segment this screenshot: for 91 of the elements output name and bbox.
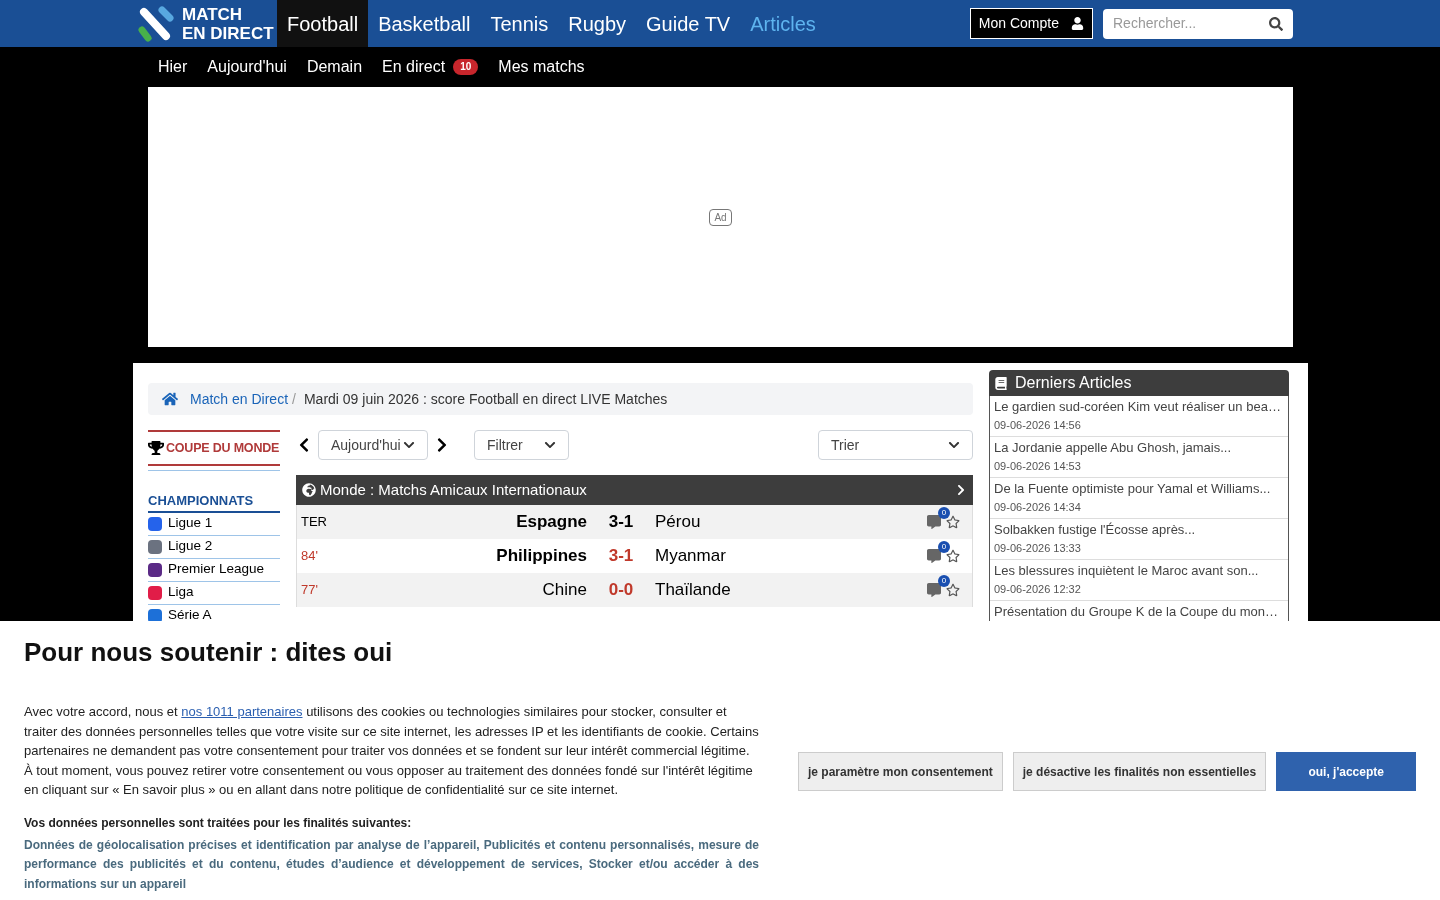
match-status: 84' bbox=[301, 547, 319, 566]
league-link[interactable]: Ligue 2 bbox=[148, 535, 280, 559]
sort-select[interactable]: Trier bbox=[818, 430, 973, 460]
breadcrumb-link[interactable]: Match en Direct bbox=[190, 388, 289, 410]
star-icon[interactable] bbox=[946, 549, 960, 563]
comment-count: 0 bbox=[938, 541, 950, 553]
match-status: 77' bbox=[301, 581, 319, 600]
subnav-link[interactable]: Demain bbox=[306, 55, 363, 79]
breadcrumb-current: Mardi 09 juin 2026 : score Football en direct LIVE Matches bbox=[303, 389, 668, 409]
away-team: Thaïlande bbox=[655, 579, 732, 602]
article-title: Le gardien sud-coréen Kim veut réaliser un bea… bbox=[994, 398, 1282, 416]
article-title: De la Fuente optimiste pour Yamal et Williams... bbox=[994, 480, 1272, 498]
star-icon[interactable] bbox=[946, 583, 960, 597]
away-team: Pérou bbox=[655, 511, 702, 534]
search-icon bbox=[1269, 16, 1283, 31]
article-title: Présentation du Groupe K de la Coupe du mon… bbox=[994, 603, 1279, 621]
match-status: TER bbox=[301, 513, 328, 532]
breadcrumb-separator: / bbox=[292, 389, 296, 409]
article-title: Solbakken fustige l'Écosse après... bbox=[994, 521, 1197, 539]
search-field[interactable]: Rechercher... bbox=[1103, 8, 1293, 39]
filter-select[interactable]: Filtrer bbox=[474, 430, 569, 460]
article-item[interactable]: Les blessures inquiètent le Maroc avant son... 09-06-2026 12:32 bbox=[990, 560, 1288, 601]
article-date: 09-06-2026 14:53 bbox=[994, 459, 1082, 474]
comment-icon[interactable] bbox=[926, 515, 942, 529]
subnav-link[interactable]: Aujourd'hui bbox=[207, 55, 287, 79]
nav-tab[interactable]: Articles bbox=[740, 0, 826, 47]
partners-link[interactable]: nos 1011 partenaires bbox=[181, 704, 303, 719]
article-date: 09-06-2026 14:56 bbox=[994, 418, 1082, 433]
article-title: Les blessures inquiètent le Maroc avant son... bbox=[994, 562, 1260, 580]
globe-icon bbox=[302, 483, 316, 497]
article-title: La Jordanie appelle Abu Ghosh, jamais... bbox=[994, 439, 1233, 457]
article-date: 09-06-2026 13:33 bbox=[994, 541, 1082, 556]
book-icon bbox=[995, 376, 1007, 390]
count-badge: 10 bbox=[453, 59, 479, 75]
match-row[interactable]: TER Espagne 3-1 Pérou 0 bbox=[296, 505, 973, 539]
subnav-link[interactable]: Mes matchs bbox=[498, 55, 585, 79]
consent-button[interactable]: je désactive les finalités non essentielles bbox=[1012, 752, 1267, 791]
league-link[interactable]: Premier League bbox=[148, 558, 280, 582]
nav-tab[interactable]: Football bbox=[277, 0, 369, 47]
day-select[interactable]: Aujourd'hui bbox=[318, 430, 428, 460]
comment-icon[interactable] bbox=[926, 583, 942, 597]
purposes-text: Données de géolocalisation précises et identification par analyse de l’appareil, Publicités et contenu personnalisés, mesure de performance des publicités et du contenu, études d’audience et développement de services, Stocker et/ou accéder à des informations sur un appareil bbox=[24, 836, 759, 893]
comment-icon[interactable] bbox=[926, 549, 942, 563]
chevron-right-icon bbox=[955, 484, 967, 496]
subnav-link[interactable]: Hier bbox=[158, 55, 188, 79]
article-item[interactable]: La Jordanie appelle Abu Ghosh, jamais... 09-06-2026 14:53 bbox=[990, 437, 1288, 478]
subnav-link[interactable]: En direct 10 bbox=[382, 55, 479, 79]
logo-icon bbox=[138, 5, 174, 42]
chevron-down-icon bbox=[403, 439, 415, 451]
article-item[interactable]: De la Fuente optimiste pour Yamal et Williams... 09-06-2026 14:34 bbox=[990, 478, 1288, 519]
league-link[interactable]: Ligue 1 bbox=[148, 512, 280, 536]
logo-text: EN DIRECT bbox=[182, 23, 274, 43]
comment-count: 0 bbox=[938, 507, 950, 519]
match-row[interactable]: 84' Philippines 3-1 Myanmar 0 bbox=[296, 539, 973, 573]
ad-label: Ad bbox=[709, 208, 732, 226]
user-icon bbox=[1071, 17, 1084, 30]
nav-tab[interactable]: Rugby bbox=[558, 0, 637, 47]
logo-text: MATCH bbox=[182, 4, 244, 24]
home-icon bbox=[162, 391, 178, 407]
article-date: 09-06-2026 14:34 bbox=[994, 500, 1082, 515]
consent-button[interactable]: oui, j'accepte bbox=[1276, 752, 1417, 791]
purposes-title: Vos données personnelles sont traitées pour les finalités suivantes: bbox=[24, 814, 413, 832]
sidebar-heading: CHAMPIONNATS bbox=[148, 491, 280, 513]
nav-tab[interactable]: Basketball bbox=[368, 0, 481, 47]
match-score: 0-0 bbox=[607, 579, 635, 602]
match-score: 3-1 bbox=[607, 545, 635, 568]
match-score: 3-1 bbox=[607, 511, 635, 534]
nav-tab[interactable]: Guide TV bbox=[636, 0, 741, 47]
article-item[interactable]: Le gardien sud-coréen Kim veut réaliser un bea… 09-06-2026 14:56 bbox=[990, 396, 1288, 437]
home-team: Chine bbox=[541, 579, 587, 602]
consent-title: Pour nous soutenir : dites oui bbox=[24, 636, 394, 669]
nav-tab[interactable]: Tennis bbox=[480, 0, 559, 47]
away-team: Myanmar bbox=[655, 545, 727, 568]
chevron-down-icon bbox=[544, 439, 556, 451]
chevron-down-icon bbox=[948, 439, 960, 451]
consent-text: Avec votre accord, nous et nos 1011 partenaires utilisons des cookies ou technologies similaires pour stocker, consulter et traiter des données personnelles telles que votre visite sur ce site internet, les adresses IP et les identifiants de cookie. Certains partenaires ne demandent pas votre consentement pour traiter vos données et se fondent sur leur intérêt commercial légitime. À tout moment, vous pouvez retirer votre consentement ou vous opposer au traitement des données fondé sur l'intérêt légitime en cliquant sur « En savoir plus » ou en allant dans notre politique de confidentialité sur ce site internet. bbox=[24, 703, 759, 799]
league-link[interactable]: Liga bbox=[148, 581, 280, 605]
competition-header[interactable]: Monde : Matchs Amicaux Internationaux bbox=[296, 475, 973, 505]
comment-count: 0 bbox=[938, 575, 950, 587]
search-input[interactable]: Rechercher... bbox=[1113, 13, 1269, 34]
match-row[interactable]: 77' Chine 0-0 Thaïlande 0 bbox=[296, 573, 973, 607]
home-team: Philippines bbox=[495, 545, 587, 568]
article-date: 09-06-2026 12:32 bbox=[994, 582, 1082, 597]
account-button[interactable]: Mon Compte bbox=[969, 8, 1093, 39]
star-icon[interactable] bbox=[946, 515, 960, 529]
home-team: Espagne bbox=[515, 511, 587, 534]
consent-button[interactable]: je paramètre mon consentement bbox=[798, 752, 1003, 791]
articles-title: Derniers Articles bbox=[1015, 373, 1132, 393]
competition-title: Monde : Matchs Amicaux Internationaux bbox=[320, 479, 587, 500]
article-item[interactable]: Solbakken fustige l'Écosse après... 09-06-2026 13:33 bbox=[990, 519, 1288, 560]
featured-competition[interactable]: COUPE DU MONDE bbox=[148, 430, 280, 466]
